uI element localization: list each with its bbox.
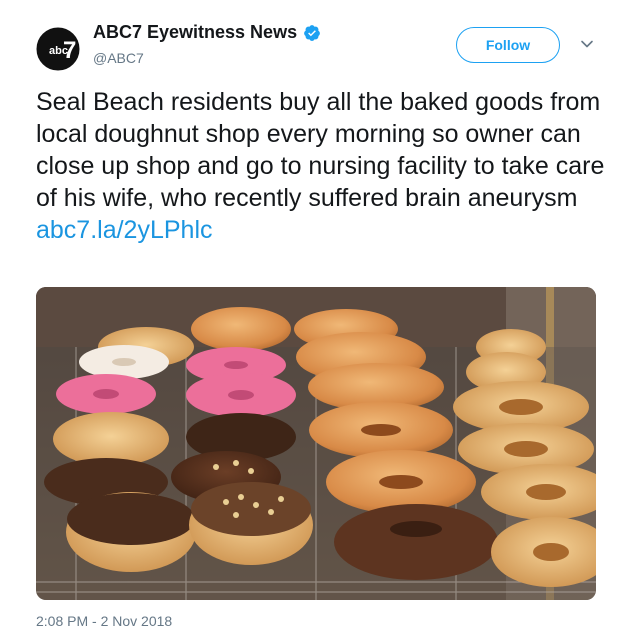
name-row: ABC7 Eyewitness News xyxy=(93,22,321,43)
chevron-down-icon[interactable] xyxy=(580,37,594,51)
display-name[interactable]: ABC7 Eyewitness News xyxy=(93,22,297,43)
tweet-timestamp[interactable]: 2:08 PM - 2 Nov 2018 xyxy=(36,613,172,629)
tweet-text: Seal Beach residents buy all the baked g… xyxy=(36,88,605,212)
tweet-header: abc 7 ABC7 Eyewitness News @ABC7 Follow xyxy=(0,0,630,80)
follow-button[interactable]: Follow xyxy=(456,27,560,63)
tweet-photo[interactable] xyxy=(36,287,596,600)
avatar-number: 7 xyxy=(63,37,76,64)
handle[interactable]: @ABC7 xyxy=(93,50,144,66)
tweet-link[interactable]: abc7.la/2yLPhlc xyxy=(36,214,606,246)
abc7-logo-icon[interactable]: abc 7 xyxy=(36,27,80,71)
verified-badge-icon xyxy=(304,24,320,41)
tweet-text-container: Seal Beach residents buy all the baked g… xyxy=(36,86,606,246)
